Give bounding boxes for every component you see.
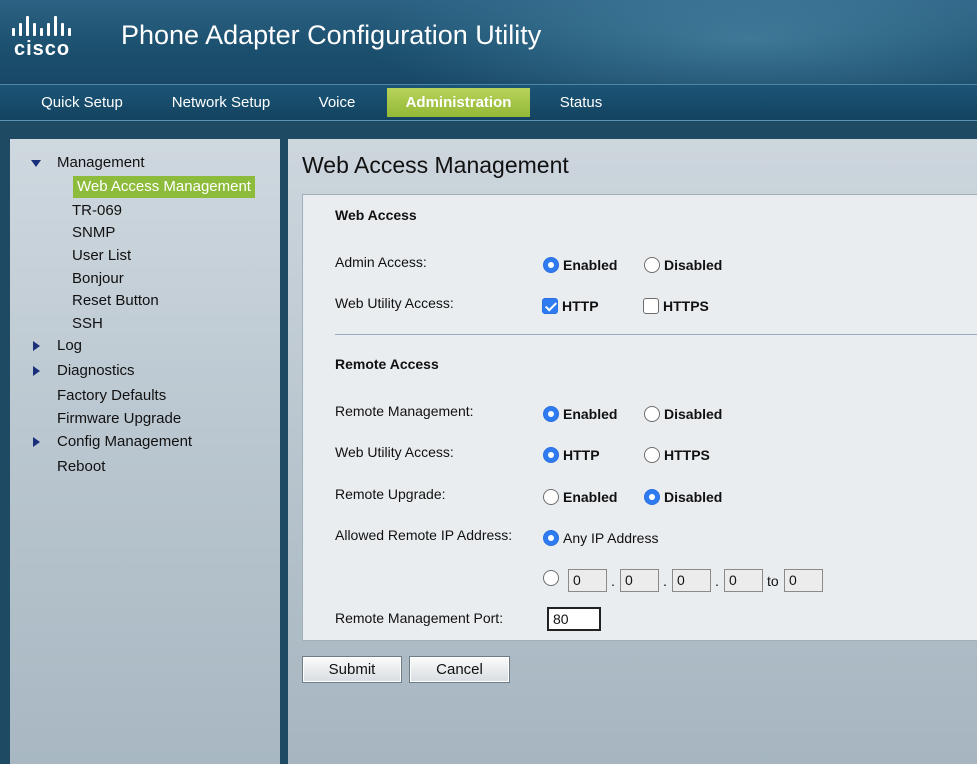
expand-down-icon[interactable]	[31, 160, 41, 167]
submit-button[interactable]: Submit	[302, 656, 402, 683]
cancel-button[interactable]: Cancel	[409, 656, 510, 683]
remote-web-utility-access-label: Web Utility Access:	[335, 444, 454, 460]
page-title: Web Access Management	[302, 152, 569, 178]
sidebar-item-reboot[interactable]: Reboot	[57, 458, 105, 475]
option-label: Disabled	[664, 257, 723, 273]
section-divider	[335, 334, 977, 335]
radio-icon[interactable]	[644, 406, 660, 422]
expand-right-icon[interactable]	[33, 437, 40, 447]
option-label: Any IP Address	[563, 530, 659, 546]
sidebar-item-ssh[interactable]: SSH	[72, 315, 103, 332]
remote-management-enabled-radio[interactable]: Enabled	[543, 406, 617, 422]
radio-selected-icon[interactable]	[543, 447, 559, 463]
radio-icon[interactable]	[543, 570, 559, 586]
ip-dot: .	[715, 573, 719, 589]
checkbox-checked-icon[interactable]	[542, 298, 558, 314]
remote-management-disabled-radio[interactable]: Disabled	[644, 406, 722, 422]
sidebar-item-config-management[interactable]: Config Management	[57, 433, 192, 450]
remote-management-port-label: Remote Management Port:	[335, 610, 504, 626]
option-label: Disabled	[664, 489, 723, 505]
option-label: Enabled	[563, 406, 618, 422]
settings-panel: Web Access Admin Access: Enabled Disable…	[302, 194, 977, 641]
sidebar-item-tr-069[interactable]: TR-069	[72, 202, 122, 219]
ip-octet-3-input[interactable]: 0	[672, 569, 711, 592]
ip-range-end-input[interactable]: 0	[784, 569, 823, 592]
tab-network-setup[interactable]: Network Setup	[160, 88, 282, 117]
main-nav: Quick Setup Network Setup Voice Administ…	[0, 84, 977, 121]
any-ip-address-radio[interactable]: Any IP Address	[543, 530, 658, 546]
sidebar-item-management[interactable]: Management	[57, 154, 145, 171]
ip-range-radio[interactable]	[543, 570, 559, 586]
remote-upgrade-enabled-radio[interactable]: Enabled	[543, 489, 617, 505]
checkbox-icon[interactable]	[643, 298, 659, 314]
section-title-remote-access: Remote Access	[335, 356, 439, 372]
cisco-logo: cisco	[12, 14, 84, 62]
option-label: Disabled	[664, 406, 723, 422]
header: cisco Phone Adapter Configuration Utilit…	[0, 0, 977, 84]
sidebar: Management Web Access Management TR-069 …	[10, 139, 280, 764]
remote-management-label: Remote Management:	[335, 403, 474, 419]
radio-icon[interactable]	[644, 447, 660, 463]
web-utility-https-checkbox[interactable]: HTTPS	[643, 298, 709, 314]
cisco-logo-bars	[12, 14, 84, 36]
radio-selected-icon[interactable]	[543, 530, 559, 546]
ip-octet-1-input[interactable]: 0	[568, 569, 607, 592]
tab-administration[interactable]: Administration	[387, 88, 530, 117]
ip-range-to-label: to	[767, 573, 779, 589]
ip-dot: .	[663, 573, 667, 589]
ip-dot: .	[611, 573, 615, 589]
tab-status[interactable]: Status	[550, 88, 612, 117]
web-utility-http-checkbox[interactable]: HTTP	[542, 298, 599, 314]
admin-access-disabled-radio[interactable]: Disabled	[644, 257, 722, 273]
app-title: Phone Adapter Configuration Utility	[121, 20, 542, 50]
sidebar-item-reset-button[interactable]: Reset Button	[72, 292, 159, 309]
option-label: Enabled	[563, 257, 618, 273]
option-label: HTTPS	[664, 447, 710, 463]
sidebar-item-web-access-management[interactable]: Web Access Management	[73, 176, 255, 198]
tab-voice[interactable]: Voice	[308, 88, 366, 117]
sidebar-item-diagnostics[interactable]: Diagnostics	[57, 362, 135, 379]
expand-right-icon[interactable]	[33, 341, 40, 351]
option-label: HTTPS	[663, 298, 709, 314]
sidebar-item-factory-defaults[interactable]: Factory Defaults	[57, 387, 166, 404]
option-label: Enabled	[563, 489, 618, 505]
ip-octet-2-input[interactable]: 0	[620, 569, 659, 592]
sidebar-item-user-list[interactable]: User List	[72, 247, 131, 264]
remote-upgrade-label: Remote Upgrade:	[335, 486, 446, 502]
sidebar-item-snmp[interactable]: SNMP	[72, 224, 115, 241]
expand-right-icon[interactable]	[33, 366, 40, 376]
radio-selected-icon[interactable]	[543, 406, 559, 422]
cisco-logo-text: cisco	[14, 38, 71, 60]
tab-quick-setup[interactable]: Quick Setup	[30, 88, 134, 117]
admin-access-label: Admin Access:	[335, 254, 427, 270]
web-utility-access-label: Web Utility Access:	[335, 295, 454, 311]
radio-selected-icon[interactable]	[644, 489, 660, 505]
radio-icon[interactable]	[543, 489, 559, 505]
sidebar-item-log[interactable]: Log	[57, 337, 82, 354]
remote-web-utility-https-radio[interactable]: HTTPS	[644, 447, 710, 463]
sidebar-item-firmware-upgrade[interactable]: Firmware Upgrade	[57, 410, 181, 427]
remote-web-utility-http-radio[interactable]: HTTP	[543, 447, 600, 463]
option-label: HTTP	[562, 298, 599, 314]
main-content: Web Access Management Web Access Admin A…	[288, 139, 977, 764]
radio-selected-icon[interactable]	[543, 257, 559, 273]
radio-icon[interactable]	[644, 257, 660, 273]
section-title-web-access: Web Access	[335, 207, 417, 223]
remote-management-port-input[interactable]: 80	[547, 607, 601, 631]
admin-access-enabled-radio[interactable]: Enabled	[543, 257, 617, 273]
remote-upgrade-disabled-radio[interactable]: Disabled	[644, 489, 722, 505]
option-label: HTTP	[563, 447, 600, 463]
allowed-remote-ip-label: Allowed Remote IP Address:	[335, 527, 513, 543]
sidebar-item-bonjour[interactable]: Bonjour	[72, 270, 124, 287]
ip-octet-4-input[interactable]: 0	[724, 569, 763, 592]
